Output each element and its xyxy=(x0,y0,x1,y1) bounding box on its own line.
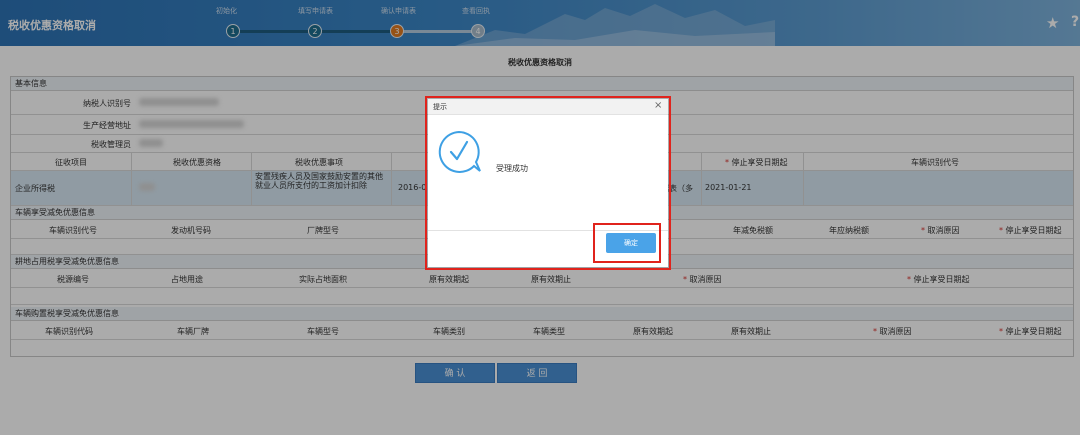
dialog-title: 提示 xyxy=(433,103,447,111)
ok-button[interactable]: 确定 xyxy=(606,233,656,253)
success-check-icon xyxy=(438,130,481,173)
close-icon[interactable]: × xyxy=(654,100,662,111)
dialog-message: 受理成功 xyxy=(496,164,528,173)
dialog-header: 提示 × xyxy=(428,99,668,115)
